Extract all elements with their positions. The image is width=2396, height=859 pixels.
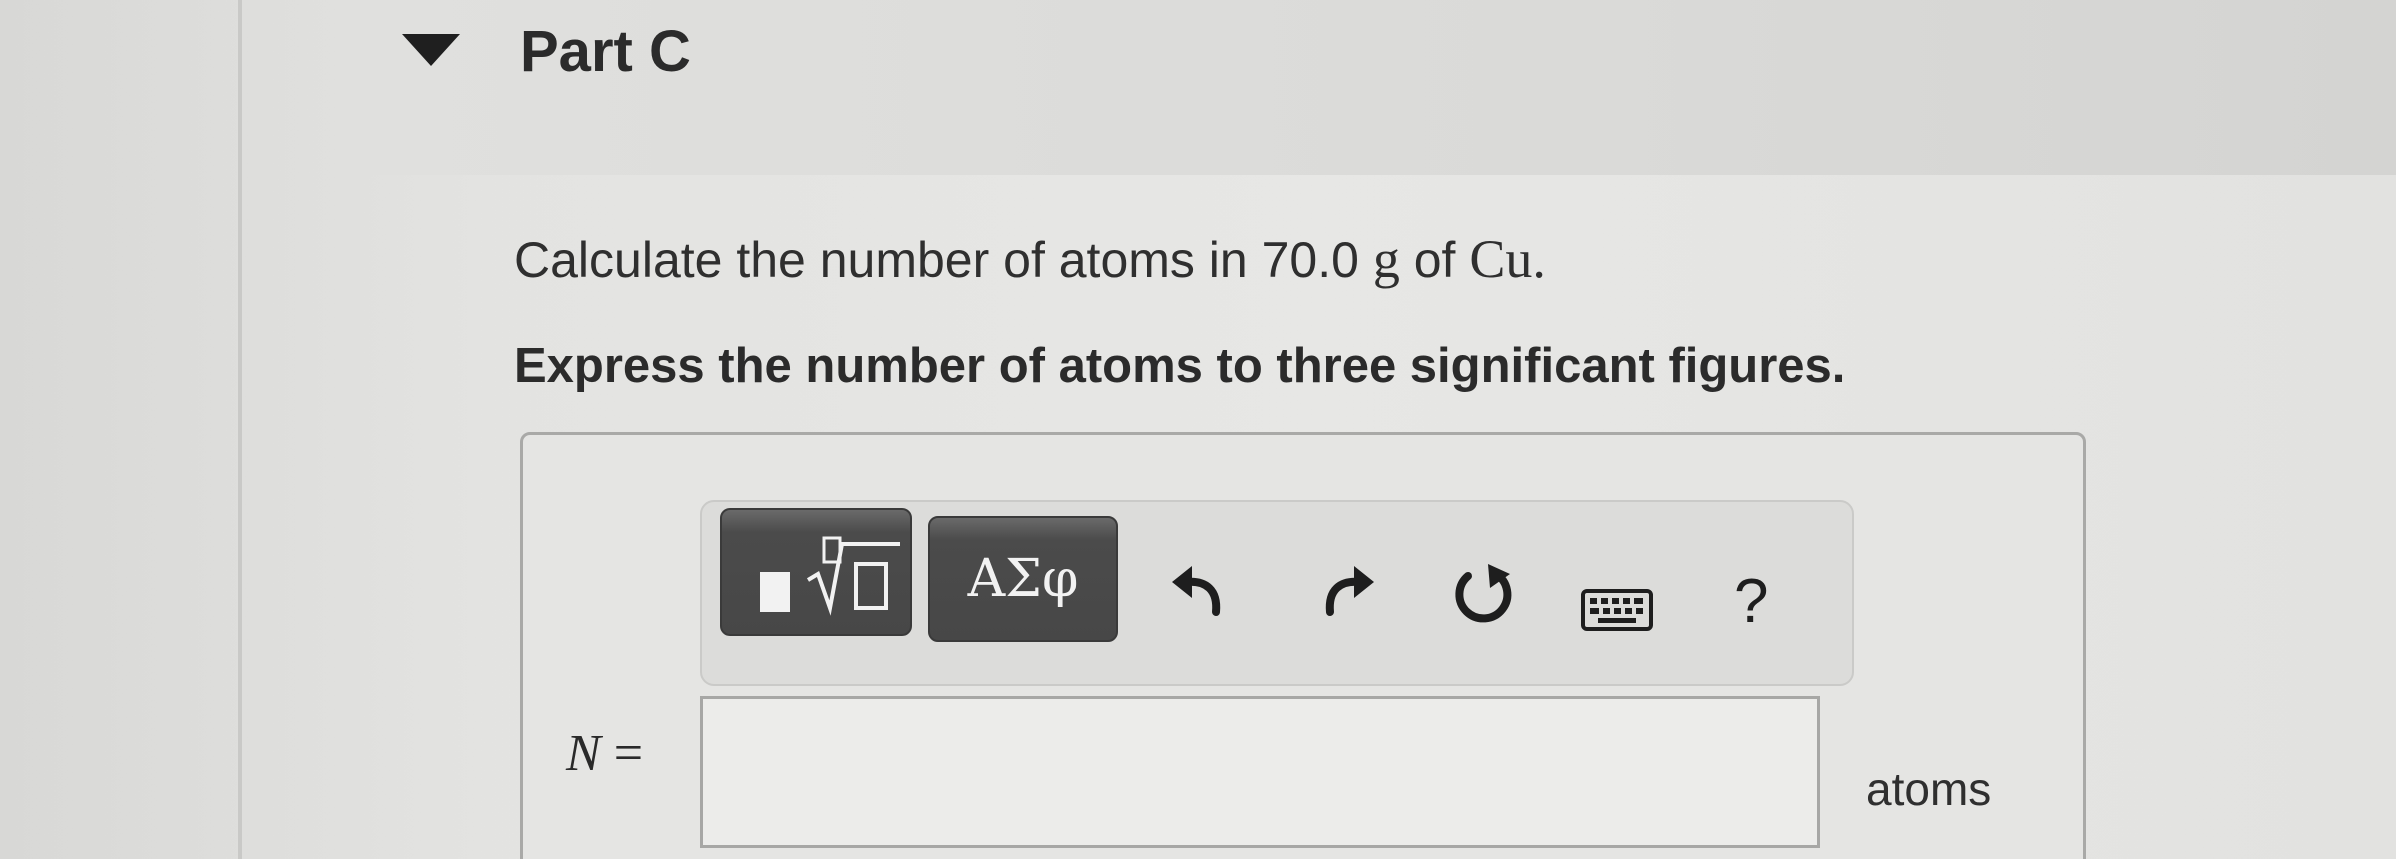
question-suffix: .: [1532, 229, 1546, 289]
answer-equals: =: [600, 725, 644, 782]
question-middle: of: [1399, 232, 1470, 288]
redo-icon[interactable]: [1318, 560, 1380, 620]
answer-variable: N: [566, 725, 601, 782]
reset-icon[interactable]: [1448, 560, 1518, 630]
answer-input[interactable]: [700, 696, 1820, 848]
instruction-text: Express the number of atoms to three sig…: [514, 339, 1846, 393]
question-unit: g: [1372, 229, 1400, 289]
help-button[interactable]: ?: [1734, 566, 1768, 637]
help-label: ?: [1734, 567, 1769, 636]
undo-icon[interactable]: [1166, 560, 1228, 620]
question-prefix: Calculate the number of atoms in: [514, 232, 1262, 288]
keyboard-icon[interactable]: [1580, 588, 1654, 632]
answer-unit: atoms: [1866, 763, 1992, 815]
templates-button[interactable]: [720, 508, 912, 636]
question-text: Calculate the number of atoms in 70.0 g …: [514, 228, 1546, 290]
part-title: Part C: [520, 19, 691, 84]
templates-icon: [722, 510, 910, 639]
answer-variable-label: N =: [566, 724, 643, 783]
question-quantity: 70.0: [1261, 232, 1359, 288]
greek-symbols-button[interactable]: ΑΣφ: [928, 516, 1118, 642]
greek-symbols-label: ΑΣφ: [967, 549, 1079, 609]
question-element: Cu: [1469, 229, 1533, 289]
left-divider: [238, 0, 242, 859]
caret-down-icon[interactable]: [400, 30, 462, 70]
